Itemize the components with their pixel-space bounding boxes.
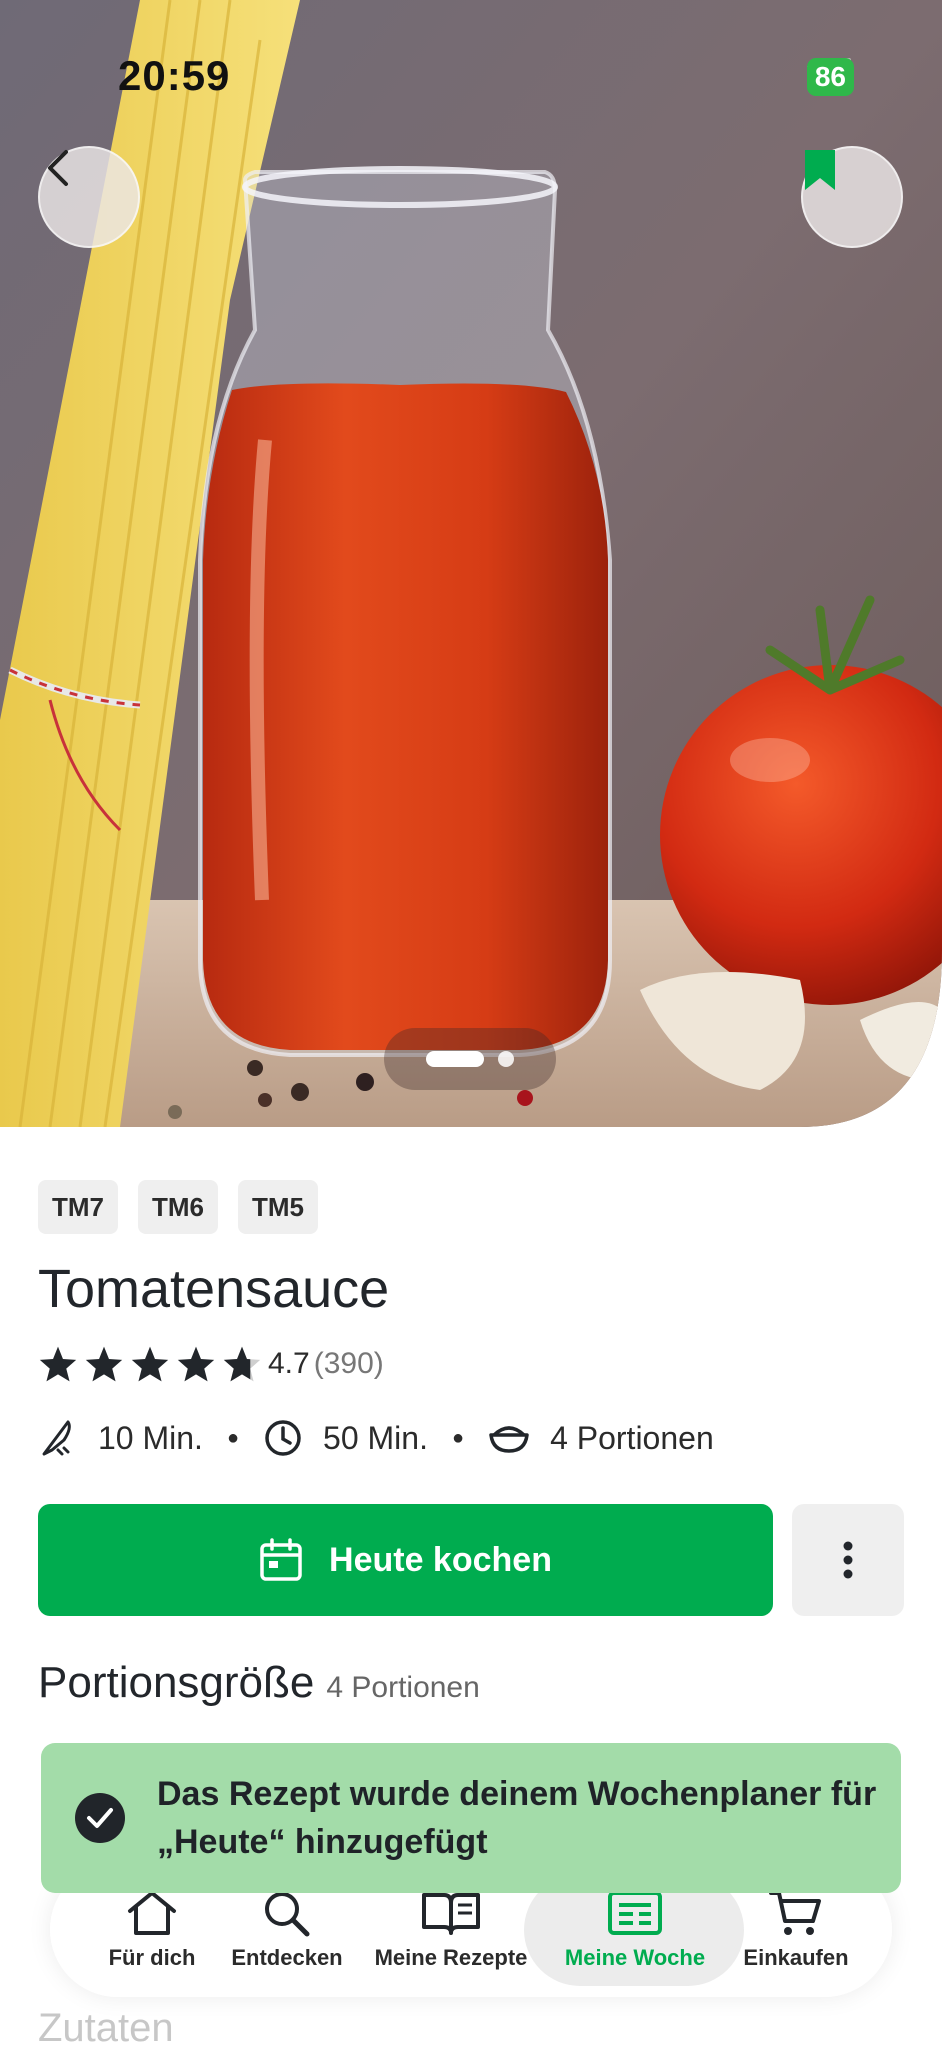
pager-dot-active <box>426 1051 484 1067</box>
chip-tm5: TM5 <box>238 1180 318 1234</box>
total-time: 50 Min. <box>323 1419 428 1456</box>
toast-notification[interactable]: Das Rezept wurde deinem Wochenplaner für… <box>41 1743 901 1893</box>
portion-size-title: Portionsgröße <box>38 1658 315 1707</box>
prep-time: 10 Min. <box>98 1419 203 1456</box>
knife-icon <box>38 1418 78 1458</box>
star-icon <box>85 1346 123 1382</box>
toast-message: Das Rezept wurde deinem Wochenplaner für… <box>157 1775 877 1861</box>
hero-photo <box>0 0 942 1127</box>
cart-icon <box>769 1890 821 1935</box>
more-options-button[interactable] <box>792 1504 904 1616</box>
recipe-rating[interactable]: 4.7 (390) <box>38 1345 384 1383</box>
chip-tm7: TM7 <box>38 1180 118 1234</box>
star-icon <box>39 1346 77 1382</box>
nav-label: Für dich <box>108 1944 196 1970</box>
chevron-left-icon <box>48 150 68 186</box>
chip-tm6: TM6 <box>138 1180 218 1234</box>
image-pager[interactable] <box>384 1028 556 1090</box>
portions: 4 Portionen <box>550 1419 714 1456</box>
device-chips: TM7 TM6 TM5 <box>38 1180 318 1234</box>
meta-separator: ● <box>451 1426 465 1449</box>
nav-label: Einkaufen <box>743 1944 849 1970</box>
meta-separator: ● <box>226 1426 240 1449</box>
search-icon <box>265 1891 310 1936</box>
nav-label: Meine Woche <box>564 1944 706 1970</box>
recipe-meta: 10 Min. ● 50 Min. ● 4 Portionen <box>38 1418 714 1458</box>
more-vertical-icon <box>843 1541 853 1579</box>
planner-icon <box>608 1890 662 1935</box>
portion-size-value: 4 Portionen <box>326 1671 480 1704</box>
nav-label: Meine Rezepte <box>374 1944 528 1970</box>
rating-stars <box>38 1345 262 1383</box>
battery-indicator: 86 <box>806 58 854 96</box>
star-partial-icon <box>223 1346 261 1382</box>
bookmark-icon <box>805 150 835 190</box>
status-time: 20:59 <box>118 52 231 99</box>
rating-count: (390) <box>313 1347 384 1380</box>
hero-image: 20:59 86 <box>0 0 942 1127</box>
back-button[interactable] <box>38 146 140 248</box>
home-icon <box>128 1890 176 1935</box>
recipe-title: Tomatensauce <box>38 1259 390 1319</box>
rating-value: 4.7 <box>268 1347 310 1380</box>
calendar-icon <box>260 1538 302 1581</box>
cook-today-button[interactable]: Heute kochen <box>38 1504 773 1616</box>
cook-today-label: Heute kochen <box>329 1540 552 1579</box>
ingredients-heading: Zutaten <box>38 2006 174 2048</box>
status-icons: 86 <box>806 58 854 96</box>
nav-label: Entdecken <box>231 1944 343 1970</box>
bookmark-button[interactable] <box>801 146 903 248</box>
check-circle-icon <box>75 1793 125 1843</box>
clock-icon <box>263 1418 303 1458</box>
star-icon <box>177 1346 215 1382</box>
bowl-icon <box>488 1421 530 1455</box>
book-icon <box>422 1892 480 1935</box>
star-icon <box>131 1346 169 1382</box>
portion-size-header: Portionsgröße 4 Portionen <box>38 1658 480 1708</box>
pager-dot <box>498 1051 514 1067</box>
